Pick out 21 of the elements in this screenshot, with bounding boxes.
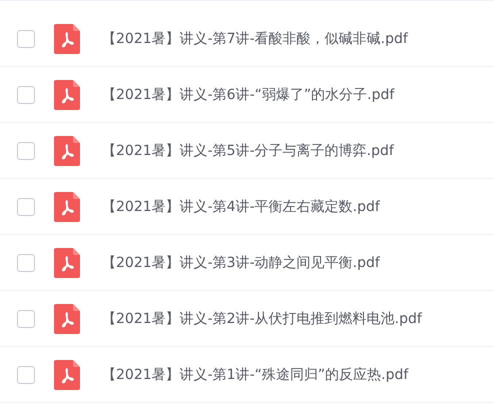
checkbox[interactable] <box>17 310 35 328</box>
pdf-file-icon <box>54 360 80 390</box>
checkbox[interactable] <box>17 30 35 48</box>
checkbox[interactable] <box>17 86 35 104</box>
file-name[interactable]: 【2021暑】讲义-第6讲-“弱爆了”的水分子.pdf <box>102 86 394 104</box>
pdf-file-icon <box>54 248 80 278</box>
checkbox[interactable] <box>17 366 35 384</box>
pdf-file-icon <box>54 192 80 222</box>
pdf-file-icon <box>54 136 80 166</box>
file-name[interactable]: 【2021暑】讲义-第4讲-平衡左右藏定数.pdf <box>102 198 380 216</box>
checkbox[interactable] <box>17 198 35 216</box>
pdf-file-icon <box>54 24 80 54</box>
file-name[interactable]: 【2021暑】讲义-第5讲-分子与离子的博弈.pdf <box>102 142 394 160</box>
file-name[interactable]: 【2021暑】讲义-第2讲-从伏打电推到燃料电池.pdf <box>102 310 422 328</box>
checkbox[interactable] <box>17 254 35 272</box>
checkbox[interactable] <box>17 142 35 160</box>
file-name[interactable]: 【2021暑】讲义-第1讲-“殊途同归”的反应热.pdf <box>102 366 408 384</box>
pdf-file-icon <box>54 80 80 110</box>
file-name[interactable]: 【2021暑】讲义-第3讲-动静之间见平衡.pdf <box>102 254 380 272</box>
pdf-file-icon <box>54 304 80 334</box>
file-name[interactable]: 【2021暑】讲义-第7讲-看酸非酸，似碱非碱.pdf <box>102 30 408 48</box>
